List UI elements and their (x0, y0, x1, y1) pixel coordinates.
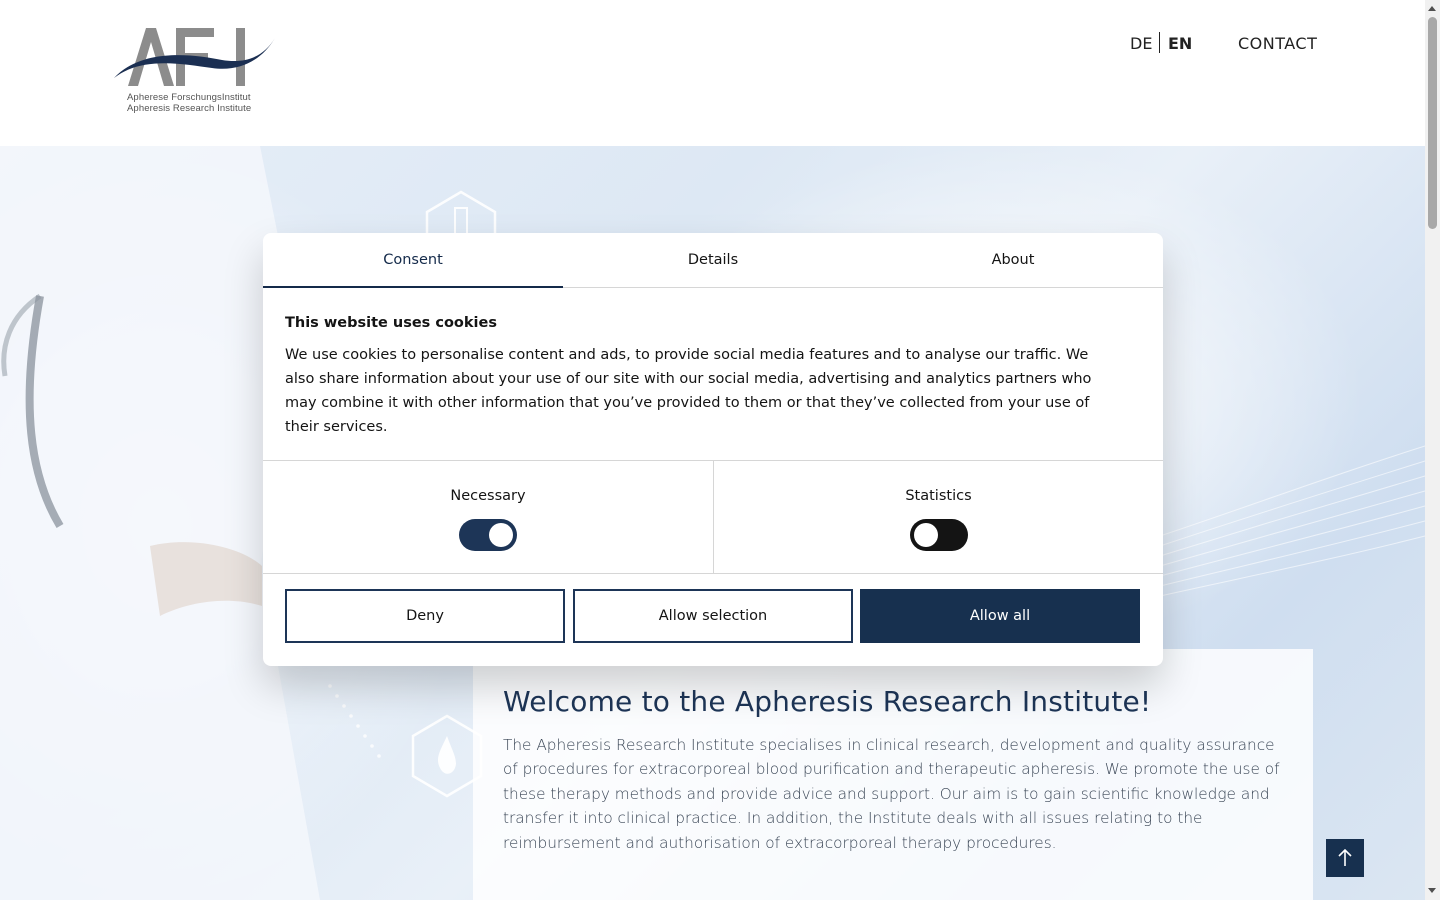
tab-about[interactable]: About (863, 233, 1163, 287)
logo-caption-en: Apheresis Research Institute (127, 103, 252, 114)
welcome-text: The Apheresis Research Institute special… (503, 736, 1280, 852)
tab-consent[interactable]: Consent (263, 233, 563, 288)
scroll-down-arrow-icon[interactable] (1428, 888, 1436, 893)
afi-logo-mark (114, 28, 275, 86)
page-scrollbar[interactable] (1425, 0, 1440, 900)
welcome-card: Welcome to the Apheresis Research Instit… (473, 649, 1313, 900)
arrow-up-icon (1338, 849, 1352, 866)
back-to-top-button[interactable] (1326, 839, 1364, 877)
welcome-title: Welcome to the Apheresis Research Instit… (503, 685, 1152, 718)
toggle-statistics-group: Statistics (713, 461, 1163, 573)
toggle-statistics-label: Statistics (905, 488, 972, 504)
afi-logo[interactable]: Apherese ForschungsInstitut Apheresis Re… (112, 26, 282, 118)
toggle-necessary-switch[interactable] (459, 519, 517, 551)
toggle-necessary-group: Necessary (263, 461, 713, 573)
dialog-tabs: Consent Details About (263, 233, 1163, 288)
logo-caption-de: Apherese ForschungsInstitut (127, 92, 251, 103)
site-header: Apherese ForschungsInstitut Apheresis Re… (0, 0, 1425, 146)
contact-link[interactable]: CONTACT (1238, 34, 1317, 53)
language-divider (1159, 32, 1160, 53)
language-en-link[interactable]: EN (1168, 34, 1192, 53)
dialog-heading: This website uses cookies (285, 315, 497, 331)
toggle-statistics-switch[interactable] (910, 519, 968, 551)
deny-button[interactable]: Deny (285, 589, 565, 643)
dialog-body-text: We use cookies to personalise content an… (285, 347, 1092, 435)
scrollbar-thumb[interactable] (1428, 17, 1437, 229)
scroll-up-arrow-icon[interactable] (1428, 6, 1436, 11)
allow-selection-button[interactable]: Allow selection (573, 589, 853, 643)
cookie-category-toggles: Necessary Statistics (263, 460, 1163, 574)
cookie-consent-dialog: Consent Details About This website uses … (263, 233, 1163, 666)
allow-all-button[interactable]: Allow all (860, 589, 1140, 643)
toggle-knob (489, 523, 513, 547)
tab-details[interactable]: Details (563, 233, 863, 287)
toggle-knob (914, 523, 938, 547)
language-de-link[interactable]: DE (1130, 34, 1152, 53)
toggle-necessary-label: Necessary (450, 488, 526, 504)
